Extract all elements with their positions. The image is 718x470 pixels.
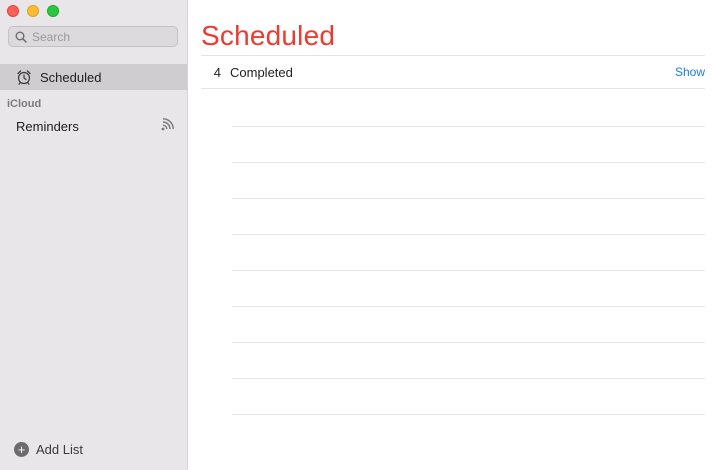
search-input[interactable] [32, 29, 162, 44]
empty-row[interactable] [232, 162, 705, 198]
alarm-clock-icon [15, 69, 32, 86]
minimize-window-button[interactable] [27, 5, 39, 17]
sidebar-item-reminders[interactable]: Reminders [16, 117, 176, 135]
empty-row[interactable] [232, 342, 705, 378]
completed-count: 4 [213, 64, 221, 80]
search-icon [15, 31, 27, 43]
completed-label: Completed [230, 64, 293, 80]
empty-row[interactable] [232, 414, 705, 450]
empty-row[interactable] [232, 270, 705, 306]
sidebar: Scheduled iCloud Reminders + Add List [0, 0, 188, 470]
main-pane: Scheduled 4 Completed Show [188, 0, 718, 470]
completed-row: 4 Completed Show [201, 55, 705, 89]
add-list-label: Add List [36, 442, 83, 457]
empty-row[interactable] [232, 198, 705, 234]
close-window-button[interactable] [7, 5, 19, 17]
section-header-icloud: iCloud [7, 98, 42, 110]
empty-row[interactable] [232, 126, 705, 162]
page-title: Scheduled [201, 20, 336, 51]
search-field[interactable] [8, 26, 178, 47]
empty-row[interactable] [232, 306, 705, 342]
show-completed-button[interactable]: Show [675, 65, 705, 79]
empty-row[interactable] [232, 378, 705, 414]
sidebar-item-label: Reminders [16, 118, 79, 134]
shared-broadcast-icon [160, 117, 176, 136]
window-controls [7, 5, 59, 17]
add-list-button[interactable]: + Add List [14, 442, 83, 457]
sidebar-item-scheduled[interactable]: Scheduled [0, 64, 187, 90]
sidebar-item-label: Scheduled [40, 69, 102, 85]
zoom-window-button[interactable] [47, 5, 59, 17]
plus-circle-icon: + [14, 442, 29, 457]
empty-reminder-rows [232, 126, 705, 450]
empty-row[interactable] [232, 234, 705, 270]
